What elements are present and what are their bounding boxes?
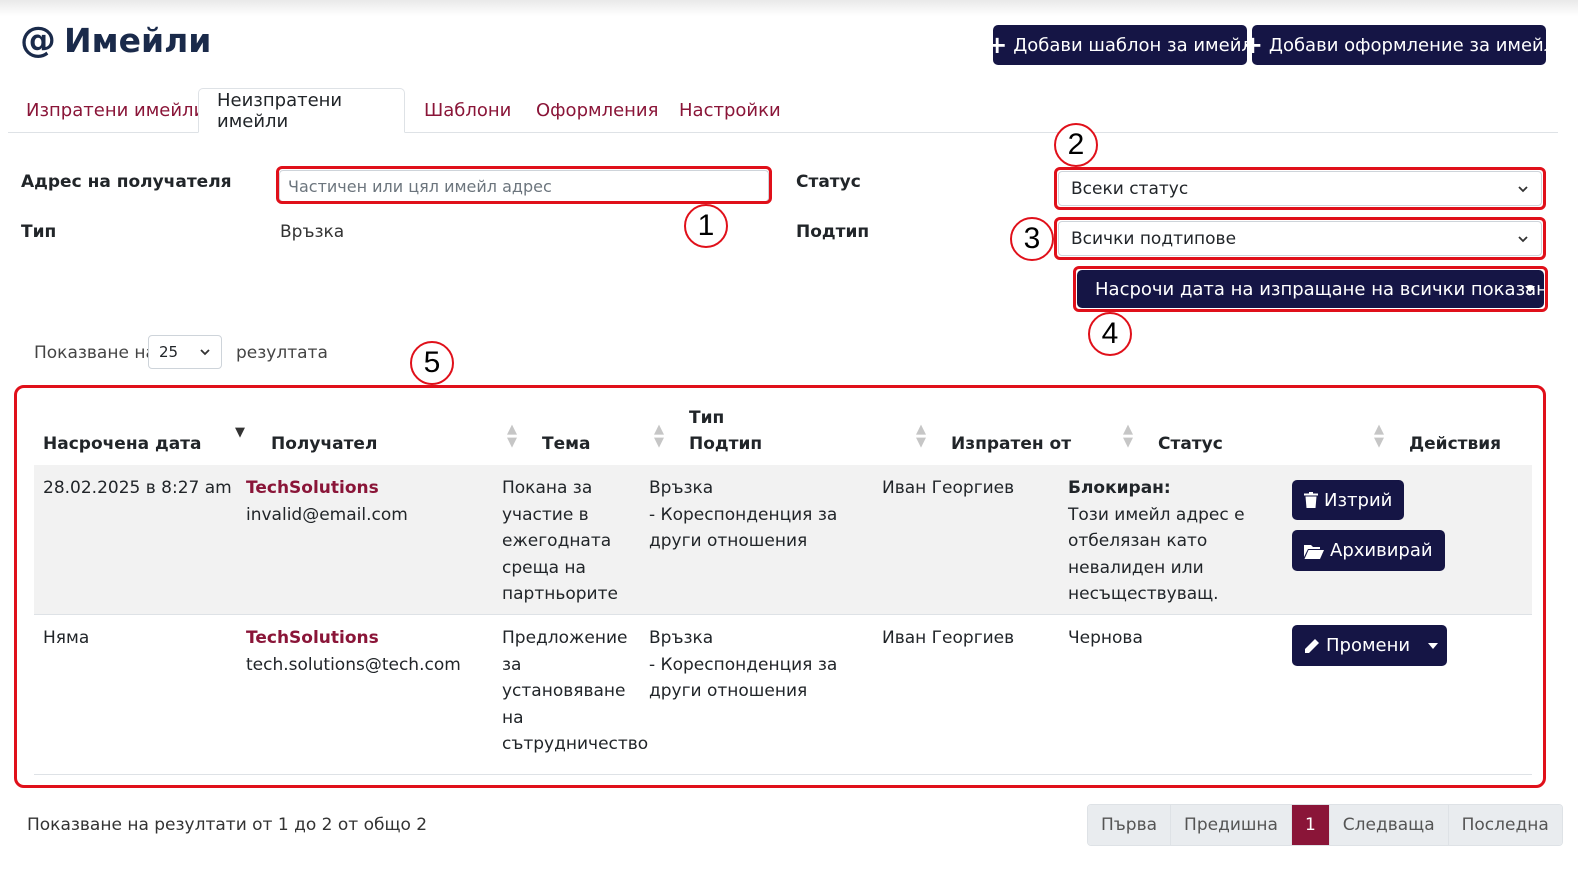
annotation-1: 1 [684, 204, 728, 248]
results-summary: Показване на резултати от 1 до 2 от общо… [27, 815, 428, 835]
highlight-box-5 [14, 385, 1546, 788]
annotation-3: 3 [1010, 217, 1054, 261]
subtype-label: Подтип [796, 222, 870, 242]
add-layout-label: Добави оформление за имейл [1268, 34, 1556, 56]
page-title-text: Имейли [64, 20, 212, 60]
annotation-4: 4 [1088, 312, 1132, 356]
recipient-label: Адрес на получателя [21, 172, 232, 192]
tab-sent[interactable]: Изпратени имейли [8, 88, 223, 133]
page-size-prefix: Показване на [34, 343, 156, 363]
highlight-box-2 [1054, 167, 1546, 210]
chevron-down-icon [200, 349, 210, 356]
pagination-page-1[interactable]: 1 [1291, 805, 1330, 845]
highlight-box-4 [1073, 266, 1548, 312]
pagination-next[interactable]: Следваща [1329, 805, 1449, 845]
top-shadow [0, 0, 1578, 16]
plus-icon: + [1242, 31, 1263, 59]
add-template-button[interactable]: + Добави шаблон за имейл [987, 25, 1253, 65]
highlight-box-1 [276, 166, 772, 204]
pagination: Първа Предишна 1 Следваща Последна [1087, 804, 1563, 846]
page-title: @ Имейли [20, 18, 211, 62]
page-size-suffix: резултата [236, 343, 328, 363]
pagination-first[interactable]: Първа [1088, 805, 1172, 845]
annotation-2: 2 [1054, 123, 1098, 167]
plus-icon: + [987, 31, 1008, 59]
status-label: Статус [796, 172, 861, 192]
type-label: Тип [21, 222, 57, 242]
tab-layouts[interactable]: Оформления [518, 88, 676, 133]
page-size-value: 25 [159, 343, 179, 361]
annotation-5: 5 [410, 341, 454, 385]
highlight-box-3 [1054, 217, 1546, 260]
pagination-last[interactable]: Последна [1448, 805, 1562, 845]
tab-settings[interactable]: Настройки [661, 88, 799, 133]
pagination-previous[interactable]: Предишна [1171, 805, 1292, 845]
type-value: Връзка [280, 222, 345, 242]
tab-unsent[interactable]: Неизпратени имейли [198, 88, 405, 133]
add-layout-button[interactable]: + Добави оформление за имейл [1243, 25, 1555, 65]
add-template-label: Добави шаблон за имейл [1013, 34, 1253, 56]
tab-templates[interactable]: Шаблони [406, 88, 529, 133]
at-icon: @ [20, 19, 56, 61]
page-size-select[interactable]: 25 [148, 335, 222, 369]
